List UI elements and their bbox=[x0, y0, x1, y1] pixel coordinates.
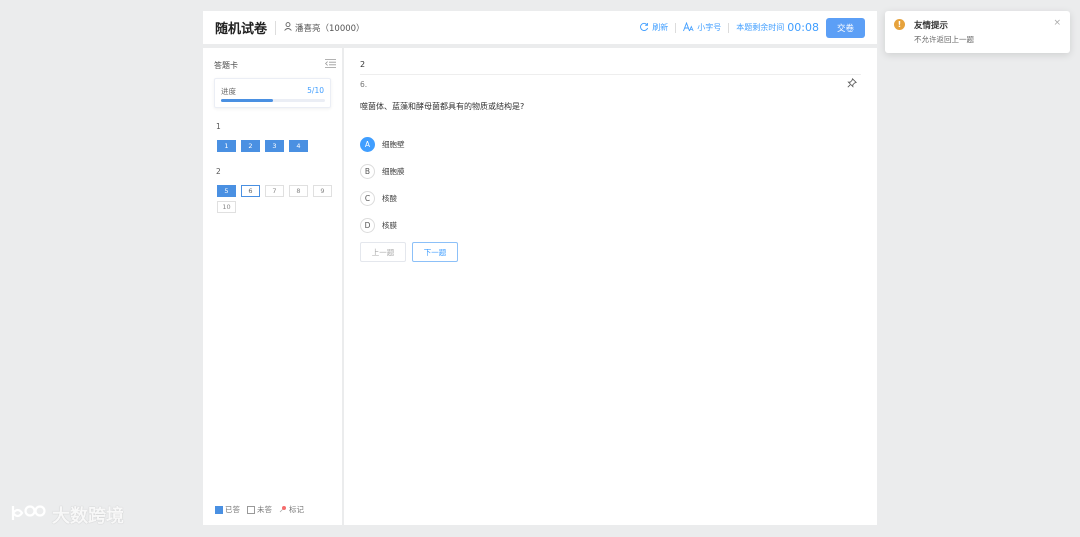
legend-marked: 标记 bbox=[279, 504, 304, 515]
page-title: 随机试卷 bbox=[215, 22, 268, 37]
prev-question-button[interactable]: 上一题 bbox=[360, 242, 406, 262]
option-a[interactable]: A 细胞壁 bbox=[360, 137, 405, 152]
legend-answered: 已答 bbox=[215, 504, 240, 515]
legend-unanswered-label: 未答 bbox=[257, 505, 272, 514]
legend: 已答 未答 标记 bbox=[215, 504, 304, 515]
option-text: 核酸 bbox=[382, 194, 397, 203]
unanswered-swatch bbox=[247, 505, 255, 514]
refresh-button[interactable]: 刷新 bbox=[639, 22, 668, 34]
warning-toast: ! 友情提示 不允许返回上一题 × bbox=[885, 11, 1070, 53]
next-question-button[interactable]: 下一题 bbox=[412, 242, 458, 262]
user-name: 潘喜亮（10000） bbox=[295, 23, 365, 34]
question-nav-button[interactable]: 7 bbox=[265, 185, 284, 197]
user-info: 潘喜亮（10000） bbox=[284, 21, 365, 34]
mark-icon bbox=[279, 505, 287, 515]
option-text: 细胞壁 bbox=[382, 140, 405, 149]
question-nav-button[interactable]: 6 bbox=[241, 185, 260, 197]
timer-label: 本题剩余时间 bbox=[736, 23, 785, 32]
group-label: 1 bbox=[216, 122, 221, 131]
question-nav-button[interactable]: 8 bbox=[289, 185, 308, 197]
progress-bar bbox=[221, 99, 325, 102]
options-list: A 细胞壁 B 细胞膜 C 核酸 D 核膜 bbox=[360, 137, 405, 245]
option-letter[interactable]: C bbox=[360, 191, 375, 206]
pin-icon[interactable] bbox=[847, 78, 857, 91]
toast-message: 不允许返回上一题 bbox=[914, 35, 974, 44]
watermark-text: 大数跨境 bbox=[52, 506, 124, 527]
refresh-label: 刷新 bbox=[652, 23, 669, 32]
question-nav-button[interactable]: 1 bbox=[217, 140, 236, 152]
question-nav-button[interactable]: 10 bbox=[217, 201, 236, 213]
legend-marked-label: 标记 bbox=[289, 505, 304, 514]
header-divider bbox=[275, 20, 277, 35]
option-text: 核膜 bbox=[382, 221, 397, 230]
question-number: 6. bbox=[360, 80, 368, 89]
answer-card-panel: 答题卡 进度 5/10 1 1234 2 5 6 7 8 9 10 已答 未答 标记 bbox=[203, 48, 342, 525]
collapse-menu-icon[interactable] bbox=[325, 58, 336, 71]
progress-card: 进度 5/10 bbox=[214, 78, 331, 108]
option-letter[interactable]: A bbox=[360, 137, 375, 152]
question-nav-button[interactable]: 2 bbox=[241, 140, 260, 152]
divider bbox=[360, 74, 861, 75]
progress-label: 进度 bbox=[221, 87, 236, 96]
question-grid: 5 6 7 8 9 10 bbox=[217, 185, 337, 213]
option-text: 细胞膜 bbox=[382, 167, 405, 176]
submit-exam-button[interactable]: 交卷 bbox=[826, 17, 865, 38]
header-action-divider bbox=[728, 22, 730, 33]
user-icon bbox=[284, 21, 292, 34]
question-navigation: 上一题 下一题 bbox=[360, 242, 458, 262]
top-bar: 随机试卷 潘喜亮（10000） 刷新 小字号 本题剩余时间 00:08 交卷 bbox=[203, 11, 877, 44]
question-nav-button[interactable]: 4 bbox=[289, 140, 308, 152]
option-letter[interactable]: B bbox=[360, 164, 375, 179]
option-b[interactable]: B 细胞膜 bbox=[360, 164, 405, 179]
question-nav-button[interactable]: 3 bbox=[265, 140, 284, 152]
question-grid: 1234 bbox=[217, 140, 337, 152]
progress-bar-fill bbox=[221, 99, 273, 102]
header-actions: 刷新 小字号 本题剩余时间 00:08 交卷 bbox=[639, 17, 865, 38]
option-d[interactable]: D 核膜 bbox=[360, 218, 405, 233]
close-icon[interactable]: × bbox=[1053, 18, 1061, 28]
answer-card-title: 答题卡 bbox=[214, 61, 238, 70]
font-size-button[interactable]: 小字号 bbox=[683, 21, 722, 34]
option-c[interactable]: C 核酸 bbox=[360, 191, 405, 206]
legend-unanswered: 未答 bbox=[247, 504, 272, 515]
warning-icon: ! bbox=[894, 19, 905, 30]
group-label: 2 bbox=[216, 167, 221, 176]
header-action-divider bbox=[675, 22, 677, 33]
timer-value: 00:08 bbox=[787, 21, 819, 34]
font-size-icon bbox=[683, 21, 694, 34]
question-nav-button[interactable]: 9 bbox=[313, 185, 332, 197]
question-panel: 2 6. 噬菌体、蓝藻和酵母菌都具有的物质或结构是? A 细胞壁 B 细胞膜 C 核酸 D 核… bbox=[344, 48, 877, 525]
answered-swatch bbox=[215, 505, 223, 514]
question-text: 噬菌体、蓝藻和酵母菌都具有的物质或结构是? bbox=[360, 102, 525, 111]
toast-title: 友情提示 bbox=[914, 21, 949, 31]
option-letter[interactable]: D bbox=[360, 218, 375, 233]
question-nav-button[interactable]: 5 bbox=[217, 185, 236, 197]
watermark-logo-icon bbox=[10, 503, 46, 528]
font-size-label: 小字号 bbox=[697, 23, 722, 32]
question-group-number: 2 bbox=[360, 60, 366, 69]
watermark: 大数跨境 bbox=[10, 502, 124, 528]
progress-count: 5/10 bbox=[307, 86, 324, 95]
refresh-icon bbox=[639, 22, 649, 34]
legend-answered-label: 已答 bbox=[225, 505, 240, 514]
